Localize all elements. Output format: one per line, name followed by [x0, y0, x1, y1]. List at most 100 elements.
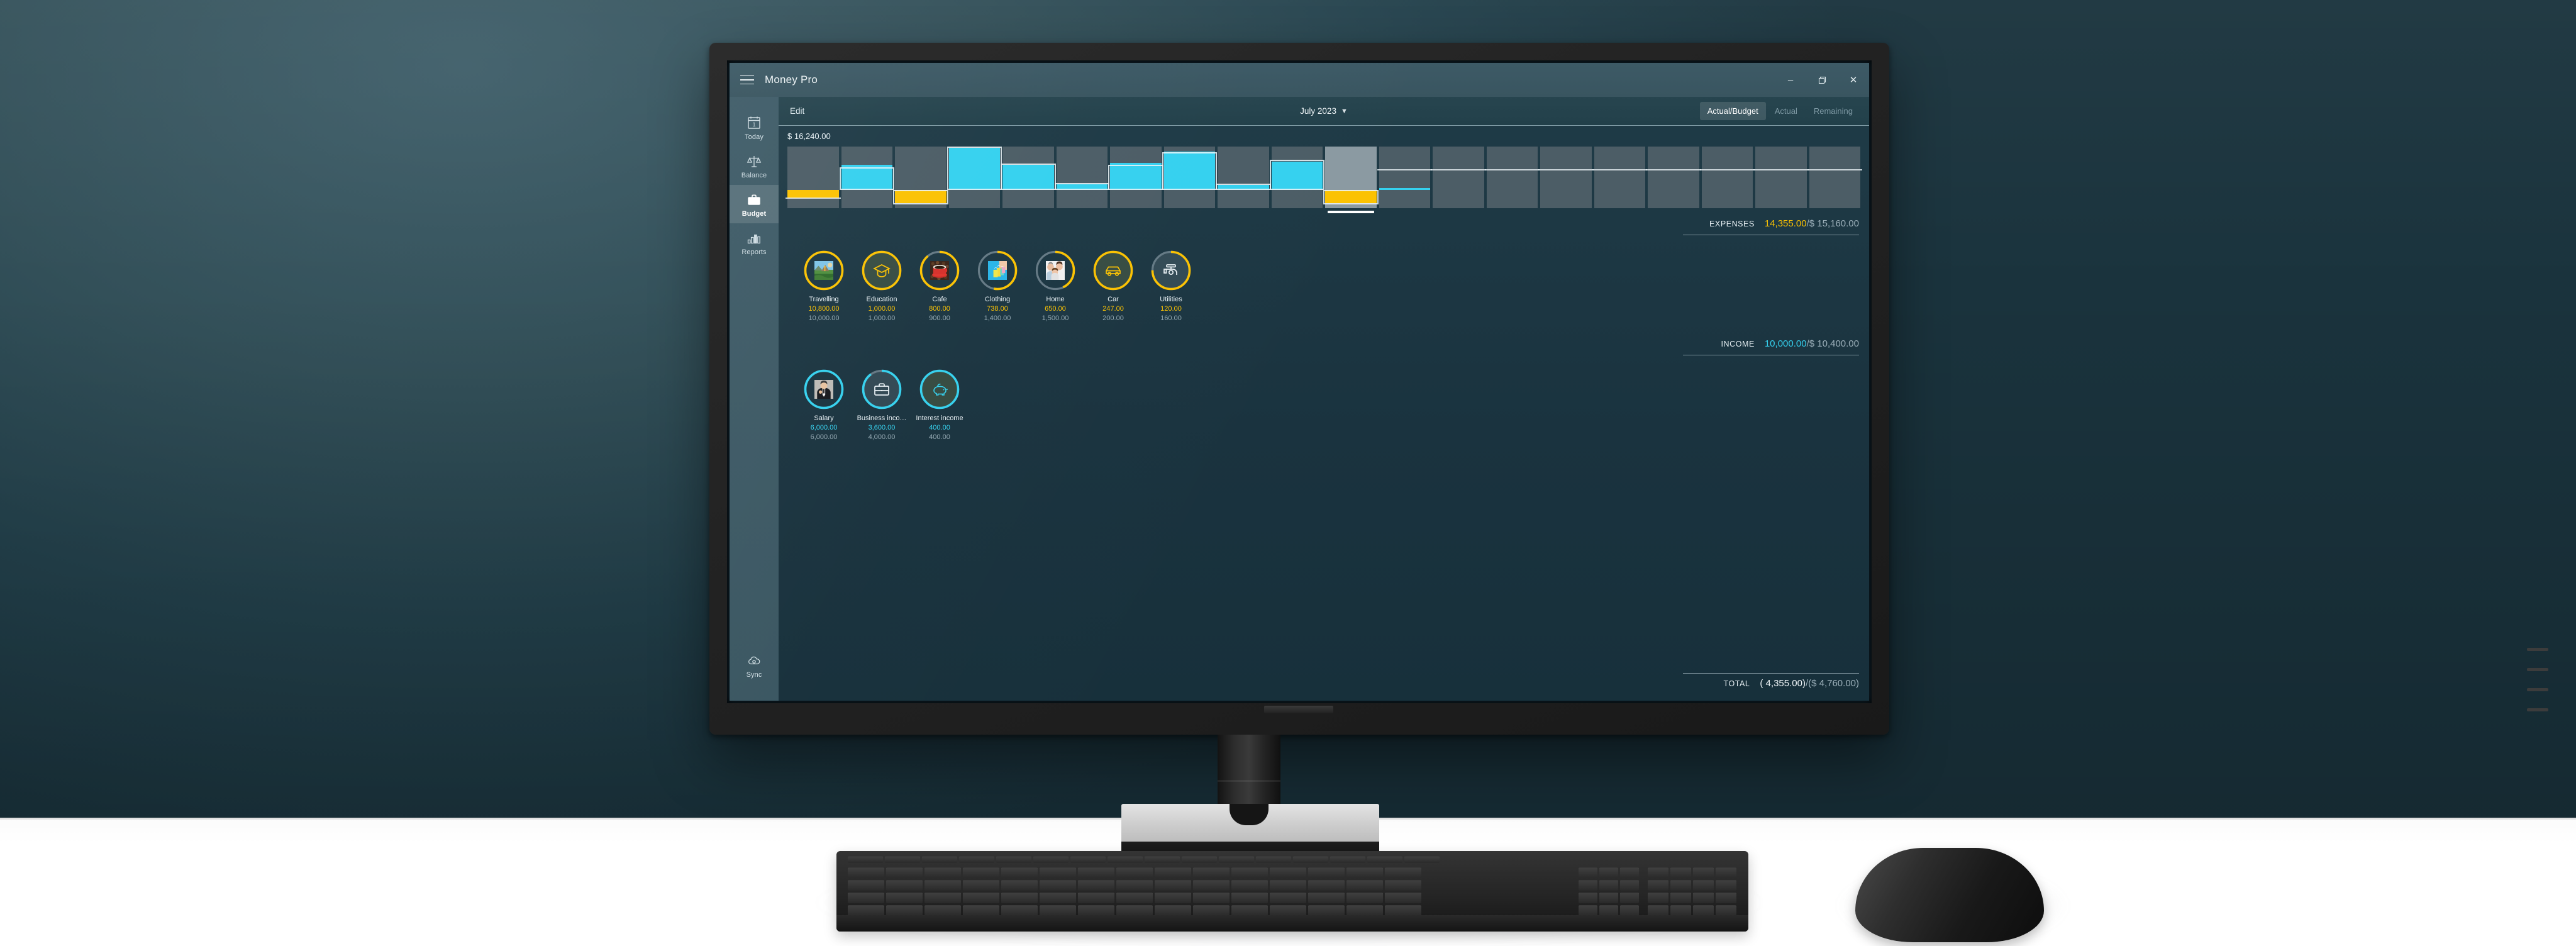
- sidebar-item-label: Reports: [741, 248, 767, 256]
- chart-bar-column[interactable]: [1538, 147, 1594, 208]
- keyboard-key: [1670, 867, 1691, 878]
- tab-remaining[interactable]: Remaining: [1806, 102, 1860, 120]
- sidebar-item-label: Budget: [741, 210, 767, 218]
- keyboard-key: [1308, 880, 1345, 891]
- keyboard-key: [1620, 893, 1639, 903]
- chart-bar-column[interactable]: [947, 147, 1002, 208]
- sidebar-item-today[interactable]: 1 Today: [730, 108, 779, 147]
- chart-bar-budget-outline: [1054, 182, 1109, 190]
- expense-category-grid: Travelling 10,800.00 10,000.00 Education 1,0…: [795, 250, 1869, 322]
- chart-bar-column[interactable]: [1269, 147, 1324, 208]
- chart-bar-column[interactable]: [1216, 147, 1271, 208]
- chart-bar-background: [1056, 147, 1108, 208]
- chart-bar-budget-outline: [947, 147, 1002, 190]
- chart-bar-budget-outline: [1216, 183, 1271, 190]
- expense-category-item[interactable]: Car 247.00 200.00: [1084, 250, 1142, 322]
- keyboard-key: [922, 856, 957, 863]
- bar-chart-icon: [746, 230, 762, 245]
- category-progress-ring: [919, 250, 960, 291]
- keyboard-key: [1108, 856, 1143, 863]
- monitor-logo: [1264, 706, 1333, 713]
- income-category-item[interactable]: Business inco… 3,600.00 4,000.00: [853, 369, 911, 441]
- bezel-button-1[interactable]: [2527, 648, 2548, 651]
- keyboard-key: [1270, 905, 1306, 916]
- chart-bar-column[interactable]: [1431, 147, 1486, 208]
- chart-bar-budget-outline: [839, 167, 894, 190]
- sidebar-item-label: Sync: [746, 671, 762, 679]
- chart-bar-column[interactable]: [1807, 147, 1862, 208]
- close-button[interactable]: ✕: [1838, 63, 1869, 97]
- keyboard-key: [1693, 867, 1714, 878]
- chart-bar-column[interactable]: [786, 147, 841, 208]
- keyboard-key: [1648, 905, 1668, 916]
- money-pro-app: Money Pro – ✕ 1 Today Balance Budget Rep…: [730, 63, 1869, 701]
- expense-category-item[interactable]: Travelling 10,800.00 10,000.00: [795, 250, 853, 322]
- keyboard-key: [1620, 867, 1639, 878]
- expense-category-item[interactable]: Home 650.00 1,500.00: [1026, 250, 1084, 322]
- briefcase-icon: [746, 192, 762, 207]
- chart-bar-column[interactable]: [893, 147, 948, 208]
- chart-bar-column[interactable]: [1484, 147, 1540, 208]
- sidebar-item-sync[interactable]: Sync: [730, 646, 779, 684]
- hamburger-menu-icon[interactable]: [730, 63, 765, 97]
- sidebar-item-balance[interactable]: Balance: [730, 147, 779, 185]
- keyboard-key: [1308, 867, 1345, 878]
- chart-bar-budget-line: [1538, 169, 1594, 171]
- tab-actual[interactable]: Actual: [1767, 102, 1805, 120]
- edit-button[interactable]: Edit: [790, 106, 804, 116]
- restore-button[interactable]: [1806, 63, 1838, 97]
- category-progress-ring: [861, 369, 902, 410]
- chart-bar-column[interactable]: [1162, 147, 1217, 208]
- category-budget-amount: 400.00: [929, 433, 950, 441]
- keyboard-key: [1308, 905, 1345, 916]
- chart-bar-column[interactable]: [1592, 147, 1647, 208]
- category-progress-ring: [1035, 250, 1076, 291]
- expense-category-item[interactable]: Clothing 738.00 1,400.00: [969, 250, 1026, 322]
- keyboard-key: [1001, 893, 1038, 903]
- chart-bar-column[interactable]: [839, 147, 894, 208]
- keyboard-key: [1155, 880, 1191, 891]
- chart-bar-budget-line: [1377, 169, 1432, 171]
- chart-bar-column[interactable]: [1699, 147, 1755, 208]
- sidebar-item-reports[interactable]: Reports: [730, 223, 779, 262]
- expense-categories-section: Travelling 10,800.00 10,000.00 Education 1,0…: [779, 250, 1869, 322]
- category-actual-amount: 3,600.00: [868, 424, 896, 431]
- chart-bar-column[interactable]: [1054, 147, 1109, 208]
- expense-category-item[interactable]: Cafe 800.00 900.00: [911, 250, 969, 322]
- category-actual-amount: 400.00: [929, 424, 950, 431]
- tab-actual-budget[interactable]: Actual/Budget: [1699, 102, 1766, 120]
- chart-bar-column[interactable]: [1753, 147, 1809, 208]
- keyboard-key: [1385, 905, 1421, 916]
- chart-bar-budget-line: [1699, 169, 1755, 171]
- keyboard-key: [1040, 893, 1076, 903]
- keyboard-key: [886, 905, 923, 916]
- keyboard-key: [1404, 856, 1440, 863]
- minimize-button[interactable]: –: [1775, 63, 1806, 97]
- income-category-item[interactable]: Salary 6,000.00 6,000.00: [795, 369, 853, 441]
- monthly-chart-section: $ 16,240.00: [779, 126, 1869, 213]
- bezel-button-2[interactable]: [2527, 668, 2548, 671]
- chart-bar-column[interactable]: [1323, 147, 1379, 213]
- total-summary-row: TOTAL ( 4,355.00)/($ 4,760.00): [779, 673, 1869, 694]
- monthly-bar-chart[interactable]: [786, 147, 1862, 213]
- chart-bar-column[interactable]: [1646, 147, 1701, 208]
- expense-category-item[interactable]: Education 1,000.00 1,000.00: [853, 250, 911, 322]
- computer-mouse[interactable]: [1855, 848, 2044, 942]
- month-selector[interactable]: July 2023 ▼: [1300, 106, 1348, 116]
- chart-bar-column[interactable]: [1377, 147, 1432, 208]
- bezel-button-4[interactable]: [2527, 708, 2548, 711]
- keyboard-key: [1385, 880, 1421, 891]
- chart-bar-column[interactable]: [1001, 147, 1056, 208]
- income-category-item[interactable]: Interest income 400.00 400.00: [911, 369, 969, 441]
- chart-bar-budget-outline: [1323, 189, 1379, 205]
- expense-category-item[interactable]: Utilities 120.00 160.00: [1142, 250, 1200, 322]
- sidebar-item-budget[interactable]: Budget: [730, 185, 779, 223]
- category-budget-amount: 900.00: [929, 314, 950, 322]
- sidebar-item-label: Balance: [741, 172, 767, 179]
- bezel-button-3[interactable]: [2527, 688, 2548, 691]
- chart-bar-background: [1648, 147, 1699, 208]
- monitor-screen: Money Pro – ✕ 1 Today Balance Budget Rep…: [730, 63, 1869, 701]
- keyboard-key: [959, 856, 994, 863]
- chart-bar-column[interactable]: [1108, 147, 1163, 208]
- keyboard-key: [1155, 867, 1191, 878]
